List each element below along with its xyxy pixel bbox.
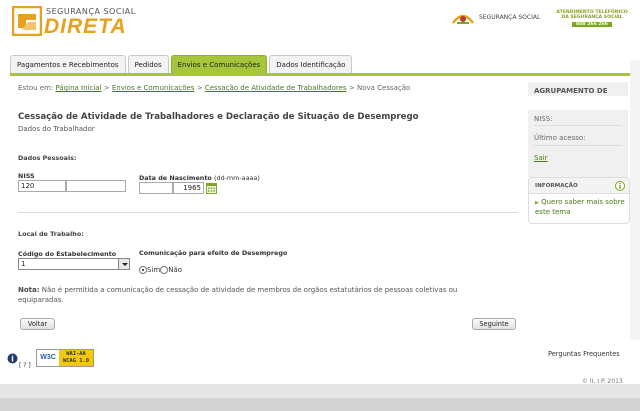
next-button[interactable]: Seguinte [472, 318, 516, 330]
svg-text:i: i [11, 354, 14, 363]
breadcrumb-separator: > [348, 84, 355, 92]
main-tabs: Pagamentos e Recebimentos Pedidos Envios… [10, 55, 353, 74]
dob-hint: (dd-mm-aaaa) [214, 174, 260, 182]
breadcrumb: Estou em: Página Inicial > Envios e Comu… [18, 84, 410, 92]
establishment-label: Código do Estabelecimento [18, 250, 117, 258]
breadcrumb-cessacao-atividade[interactable]: Cessação de Atividade de Trabalhadores [205, 84, 347, 92]
info-link[interactable]: ▶ Quero saber mais sobre este tema [535, 198, 629, 217]
note-label: Nota: [18, 286, 40, 294]
chevron-down-icon[interactable] [118, 259, 129, 269]
niss-input[interactable]: 120 [18, 180, 66, 192]
tab-pagamentos-recebimentos[interactable]: Pagamentos e Recebimentos [10, 55, 126, 74]
note-text: Não é permitida a comunicação de cessaçã… [18, 286, 458, 304]
breadcrumb-separator: > [103, 84, 110, 92]
info-icon [615, 181, 625, 191]
logo-line-2: DIRETA [44, 15, 127, 38]
seguranca-social-emblem-icon [451, 14, 475, 24]
breadcrumb-prefix: Estou em: [18, 84, 54, 92]
section-workplace: Local de Trabalho: [18, 230, 84, 238]
brand-name: SEGURANÇA SOCIAL [479, 14, 541, 21]
info-box: INFORMAÇÃO ▶ Quero saber mais sobre este… [528, 177, 630, 224]
w3c-wai-badge[interactable]: W3C WAI-AA WCAG 1.0 [36, 349, 94, 367]
account-separator [534, 145, 622, 146]
wai-level: WAI-AA [66, 351, 86, 357]
page-title: Cessação de Atividade de Trabalhadores e… [18, 112, 419, 122]
account-separator [534, 125, 622, 126]
logout-link-wrap: Sair [534, 154, 548, 162]
unemployment-radio-group: Sim Não [139, 266, 182, 274]
account-group-title: AGRUPAMENTO DE [534, 87, 608, 95]
breadcrumb-separator: > [196, 84, 203, 92]
note: Nota: Não é permitida a comunicação de c… [18, 285, 498, 305]
unemployment-label: Comunicação para efeito de Desemprego [139, 249, 288, 257]
account-group-name [528, 96, 628, 110]
account-niss-label: NISS: [534, 115, 553, 123]
last-access-label: Último acesso: [534, 134, 586, 142]
dob-day-month-input[interactable] [139, 182, 173, 194]
calendar-icon[interactable] [206, 183, 217, 194]
breadcrumb-current: Nova Cessação [356, 84, 411, 92]
support-number: 808 266 266 [572, 21, 612, 28]
info-link-text: Quero saber mais sobre este tema [535, 198, 625, 216]
support-line-2: DA SEGURANÇA SOCIAL [561, 15, 623, 21]
logout-link[interactable]: Sair [534, 154, 548, 162]
niss-name-field[interactable] [66, 180, 126, 192]
breadcrumb-pagina-inicial[interactable]: Página Inicial [55, 84, 101, 92]
wcag-badge: WAI-AA WCAG 1.0 [59, 350, 93, 366]
niss-label: NISS [18, 172, 35, 180]
dob-year-input[interactable]: 1965 [173, 182, 204, 194]
footer [0, 340, 640, 384]
help-icon[interactable]: i [7, 353, 18, 364]
footer-bottom-strip [0, 398, 640, 411]
radio-sim[interactable] [139, 266, 147, 274]
info-header: INFORMAÇÃO [529, 178, 629, 194]
radio-nao-label: Não [168, 266, 183, 274]
copyright: © II, I.P. 2013 [582, 378, 623, 385]
back-button[interactable]: Voltar [20, 318, 55, 330]
dob-label: Data de Nascimento (dd-mm-aaaa) [139, 174, 260, 182]
establishment-select[interactable]: 1 [18, 258, 130, 270]
wcag-version: WCAG 1.0 [63, 358, 89, 364]
account-panel: AGRUPAMENTO DE NISS: Último acesso: Sair [528, 82, 628, 178]
help-label[interactable]: [ ? ] [19, 362, 31, 369]
tab-pedidos[interactable]: Pedidos [127, 55, 169, 74]
section-personal-data: Dados Pessoais: [18, 154, 77, 162]
breadcrumb-envios-comunicacoes[interactable]: Envios e Comunicações [112, 84, 195, 92]
triangle-right-icon: ▶ [535, 200, 539, 206]
header: SEGURANÇA SOCIAL DIRETA SEGURANÇA SOCIAL… [0, 0, 640, 52]
faq-link[interactable]: Perguntas Frequentes [548, 350, 620, 358]
info-title: INFORMAÇÃO [535, 183, 578, 189]
tab-dados-identificacao[interactable]: Dados Identificação [269, 55, 353, 74]
w3c-logo: W3C [37, 350, 59, 366]
radio-nao[interactable] [160, 266, 169, 274]
dob-label-text: Data de Nascimento [139, 174, 212, 182]
tab-envios-comunicacoes[interactable]: Envios e Comunicações [170, 55, 268, 74]
establishment-value: 1 [21, 260, 26, 268]
phone-support[interactable]: ATENDIMENTO TELEFÓNICO DA SEGURANÇA SOCI… [552, 10, 632, 28]
content-shadow [630, 60, 640, 340]
page-subtitle: Dados do Trabalhador [18, 125, 95, 133]
seguranca-social-logo-icon[interactable] [12, 6, 42, 36]
radio-sim-label: Sim [147, 266, 161, 274]
section-divider [18, 212, 518, 213]
